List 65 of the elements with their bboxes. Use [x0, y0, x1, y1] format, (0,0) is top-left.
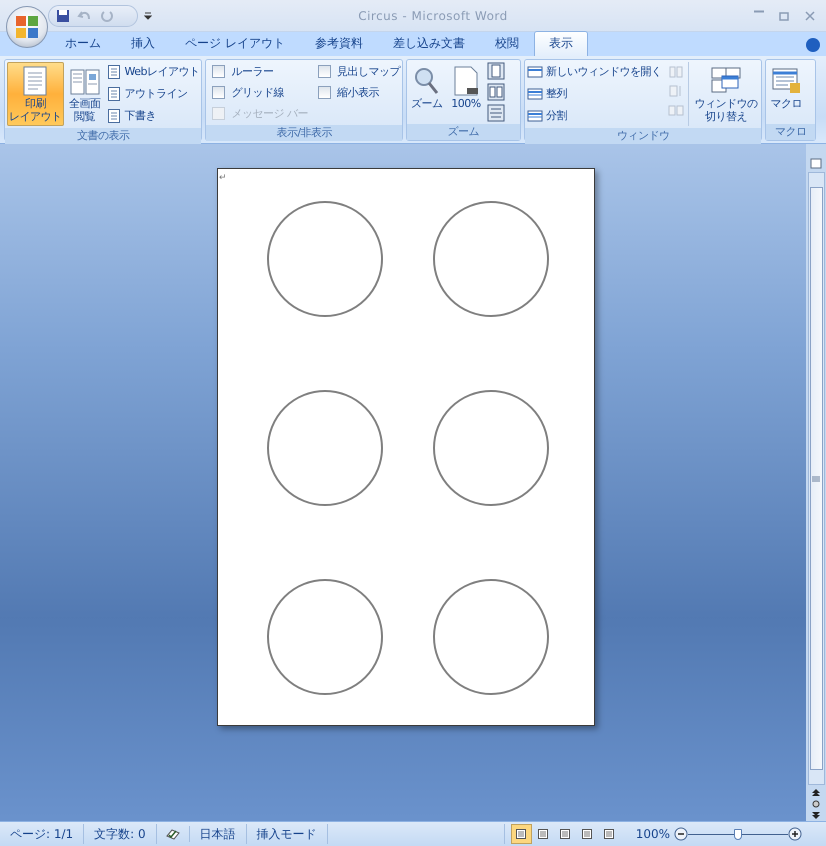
zoom-100-button[interactable]: 100%: [448, 62, 484, 122]
customize-icon: [144, 12, 152, 20]
checkbox[interactable]: 縮小表示: [314, 83, 400, 102]
view-button[interactable]: Webレイアウト: [106, 62, 200, 81]
ribbon-tab[interactable]: 校閲: [480, 31, 534, 56]
ribbon-tab[interactable]: 差し込み文書: [378, 31, 480, 56]
browse-object-icon: [811, 799, 821, 809]
group-label: 文書の表示: [5, 128, 202, 144]
new-window-icon: [526, 64, 543, 80]
close-icon: [804, 10, 816, 22]
window-button[interactable]: 分割: [526, 106, 662, 125]
view-button[interactable]: 印刷 レイアウト: [7, 62, 64, 126]
checkbox[interactable]: 見出しマップ: [314, 62, 400, 81]
status-item: 挿入モード: [246, 824, 328, 844]
side-by-side-icon: [668, 64, 684, 80]
view-button[interactable]: 下書き: [106, 106, 200, 125]
page-view-icon: [537, 828, 550, 840]
group-label: ウィンドウ: [524, 128, 762, 144]
outline-icon: [106, 86, 122, 102]
office-logo: [14, 14, 40, 40]
window-button[interactable]: 新しいウィンドウを開く: [526, 62, 662, 81]
vertical-scrollbar[interactable]: [808, 172, 824, 785]
page-view-icon: [559, 828, 572, 840]
status-item: 文字数: 0: [84, 824, 157, 844]
page-view-icon: [581, 828, 594, 840]
zoom-slider[interactable]: [688, 828, 788, 840]
ribbon-tab[interactable]: 挿入: [116, 31, 170, 56]
checkbox[interactable]: ルーラー: [208, 62, 308, 81]
zoom-out-icon: [674, 827, 688, 841]
status-item: ページ: 1/1: [0, 824, 84, 844]
ribbon-tab[interactable]: 参考資料: [300, 31, 378, 56]
split-handle-icon: [809, 156, 823, 170]
arrange-icon: [526, 86, 543, 102]
minimize-icon: [754, 10, 764, 12]
macro-button[interactable]: マクロ: [768, 62, 804, 122]
zoom-button[interactable]: ズーム: [408, 62, 445, 122]
status-item: 日本語: [190, 824, 247, 844]
split-icon: [526, 108, 543, 124]
checkbox[interactable]: グリッド線: [208, 83, 308, 102]
save-icon: [55, 8, 71, 24]
view-mode-button[interactable]: [510, 824, 532, 844]
switch-window-button[interactable]: ウィンドウの 切り替え: [692, 62, 760, 126]
page-view-icon: [515, 828, 528, 840]
maximize-icon: [778, 10, 790, 22]
zoom-in-icon: [788, 827, 802, 841]
view-button[interactable]: 全画面 閲覧: [66, 62, 102, 126]
group-label: ズーム: [406, 124, 520, 140]
help-icon[interactable]: [806, 38, 820, 52]
previous-page-icon: [811, 787, 821, 797]
window-button[interactable]: 整列: [526, 84, 662, 103]
page-width-icon: [486, 104, 505, 122]
ribbon-tab[interactable]: ホーム: [50, 31, 116, 56]
ribbon-tab[interactable]: 表示: [534, 31, 588, 56]
one-page-icon: [486, 62, 505, 80]
view-button[interactable]: アウトライン: [106, 84, 200, 103]
scroll-thumb[interactable]: [810, 187, 822, 770]
window-title: Circus - Microsoft Word: [357, 8, 509, 22]
page-view-icon: [603, 828, 616, 840]
two-pages-icon: [486, 83, 505, 101]
group-label: 表示/非表示: [206, 125, 402, 141]
zoom-level[interactable]: 100%: [626, 824, 674, 844]
page-lines-icon: [106, 108, 122, 124]
paragraph-mark: ↵: [219, 174, 227, 183]
group-label: マクロ: [766, 124, 816, 140]
ribbon-tab[interactable]: ページ レイアウト: [170, 31, 300, 56]
